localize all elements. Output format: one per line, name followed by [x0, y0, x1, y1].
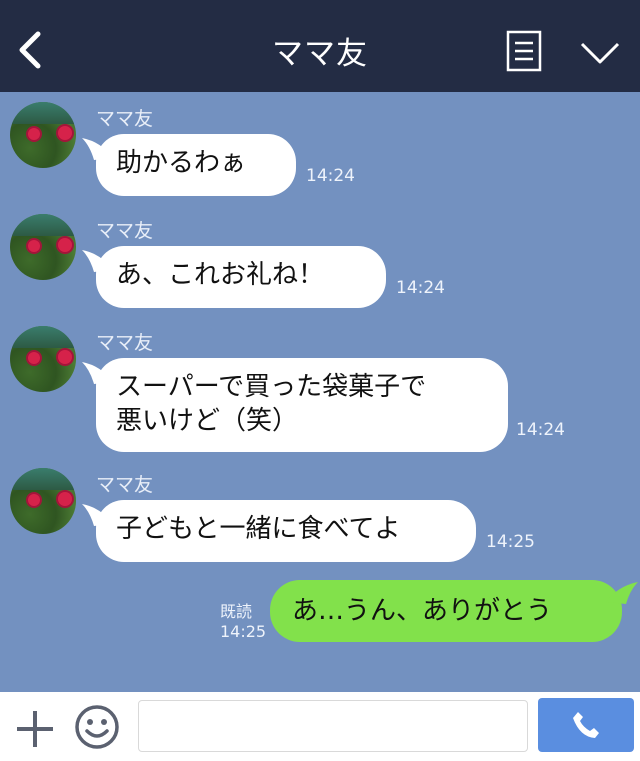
message-bubble[interactable]: 子どもと一緒に食べてよ	[82, 500, 476, 562]
call-button[interactable]	[538, 698, 634, 752]
read-receipt: 既読 14:25	[220, 602, 266, 642]
message-text-line: 悪いけど（笑）	[116, 406, 299, 436]
input-bar	[0, 692, 640, 761]
message-text: あ、これお礼ね！	[116, 260, 325, 290]
message-text: 子どもと一緒に食べてよ	[116, 514, 401, 544]
avatar[interactable]	[10, 468, 76, 534]
my-message-text: あ…うん、ありがとう	[292, 596, 553, 626]
message-time: 14:24	[516, 420, 565, 440]
chat-area: ママ友 助かるわぁ 14:24 ママ友 あ、これお礼ね！ 14:24 ママ友 ス…	[0, 92, 640, 692]
avatar[interactable]	[10, 102, 76, 168]
chat-title: ママ友	[272, 36, 368, 72]
menu-icon[interactable]	[506, 30, 542, 72]
sender-name: ママ友	[96, 332, 154, 354]
message-text: 助かるわぁ	[116, 148, 247, 178]
avatar[interactable]	[10, 326, 76, 392]
sender-name: ママ友	[96, 108, 154, 130]
message-time: 14:24	[306, 166, 355, 186]
my-message-bubble[interactable]: あ…うん、ありがとう	[270, 580, 638, 642]
phone-icon	[573, 712, 599, 738]
plus-icon[interactable]	[14, 708, 56, 750]
emoji-icon[interactable]	[74, 704, 120, 750]
message-bubble[interactable]: 助かるわぁ	[82, 134, 296, 196]
message-time: 14:25	[486, 532, 535, 552]
sender-name: ママ友	[96, 220, 154, 242]
sender-name: ママ友	[96, 474, 154, 496]
chevron-down-icon[interactable]	[580, 38, 620, 68]
message-input[interactable]	[138, 700, 528, 752]
message-text-line: スーパーで買った袋菓子で	[116, 372, 427, 402]
message-bubble[interactable]: あ、これお礼ね！	[82, 246, 386, 308]
read-label: 既読	[220, 602, 253, 621]
avatar[interactable]	[10, 214, 76, 280]
message-bubble[interactable]: スーパーで買った袋菓子で 悪いけど（笑）	[82, 358, 508, 452]
my-message-time: 14:25	[220, 622, 267, 641]
message-time: 14:24	[396, 278, 445, 298]
chat-header: ママ友	[0, 0, 640, 92]
